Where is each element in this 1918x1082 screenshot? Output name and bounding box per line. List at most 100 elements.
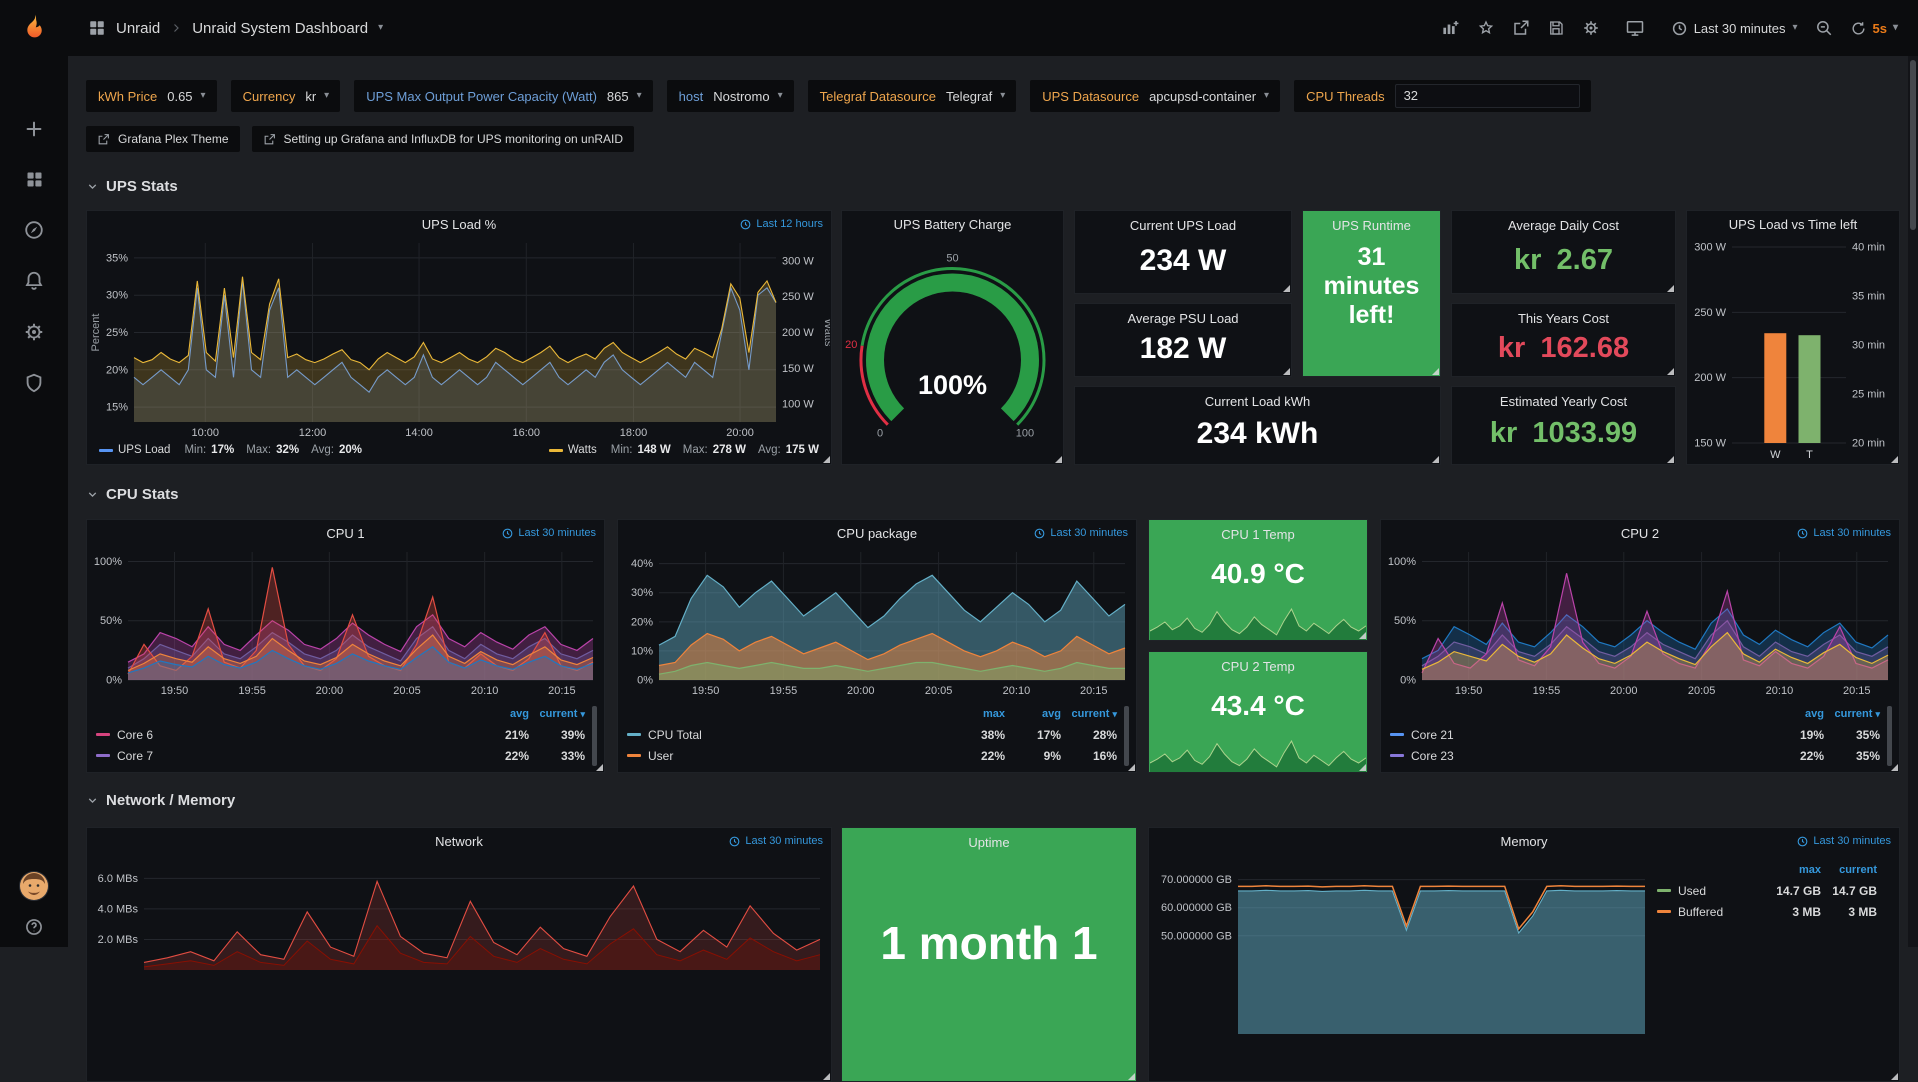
battery-gauge[interactable]: 05010020100% <box>843 237 1062 463</box>
svg-text:30%: 30% <box>631 587 653 599</box>
zoom-out-icon[interactable] <box>1815 19 1833 37</box>
breadcrumb-root[interactable]: Unraid <box>116 20 160 37</box>
panel-title[interactable]: Network <box>87 828 831 854</box>
breadcrumb-current[interactable]: Unraid System Dashboard <box>192 20 368 37</box>
section-cpu-stats[interactable]: CPU Stats <box>86 486 179 503</box>
panel-time-override: Last 30 minutes <box>1034 527 1128 539</box>
refresh-icon[interactable] <box>1850 20 1867 37</box>
svg-text:20:00: 20:00 <box>316 685 344 697</box>
cycle-view-icon[interactable] <box>1625 18 1645 38</box>
refresh-picker[interactable]: 5s ▾ <box>1850 20 1899 37</box>
legend-header[interactable]: maxcurrent <box>1657 860 1889 880</box>
panel-title[interactable]: UPS Load % <box>87 211 831 237</box>
admin-icon[interactable] <box>23 372 45 394</box>
dashboard-link-0[interactable]: Grafana Plex Theme <box>86 126 240 152</box>
cpu1-chart[interactable]: 0%50%100%19:5019:5520:0020:0520:1020:15 <box>88 546 603 698</box>
tile-title[interactable]: CPU 2 Temp <box>1149 659 1367 674</box>
panel-title[interactable]: UPS Load vs Time left <box>1687 211 1899 237</box>
panel-title[interactable]: Memory <box>1149 828 1899 854</box>
variable-telegraf-datasource[interactable]: Telegraf DatasourceTelegraf▾ <box>808 80 1017 112</box>
legend-scrollbar[interactable] <box>1124 706 1129 766</box>
variable-currency[interactable]: Currencykr▾ <box>231 80 341 112</box>
svg-text:20%: 20% <box>106 364 128 376</box>
chevron-down-icon[interactable]: ▾ <box>1893 23 1898 33</box>
legend-row[interactable]: User22%9%16% <box>627 745 1129 766</box>
variable-value-dropdown[interactable]: Nostromo▾ <box>713 89 782 104</box>
scrollbar-thumb[interactable] <box>1910 60 1916 230</box>
legend-row[interactable]: Core 621%39% <box>96 724 597 745</box>
section-ups-stats[interactable]: UPS Stats <box>86 178 178 195</box>
svg-text:250 W: 250 W <box>782 291 814 303</box>
section-network-memory[interactable]: Network / Memory <box>86 792 235 809</box>
legend-row[interactable]: Buffered3 MB3 MB <box>1657 901 1889 922</box>
share-icon[interactable] <box>1512 19 1530 37</box>
legend-row[interactable]: CPU Total38%17%28% <box>627 724 1129 745</box>
dashboards-icon[interactable] <box>24 169 45 190</box>
variable-value-dropdown[interactable]: apcupsd-container▾ <box>1149 89 1269 104</box>
add-panel-icon[interactable] <box>1441 19 1460 38</box>
legend-row[interactable]: Core 2322%35% <box>1390 745 1892 766</box>
memory-chart[interactable]: 50.000000 GB60.000000 GB70.000000 GB <box>1150 854 1655 1038</box>
variable-kwh-price[interactable]: kWh Price0.65▾ <box>86 80 217 112</box>
explore-icon[interactable] <box>23 219 45 241</box>
tile-title[interactable]: Average PSU Load <box>1075 311 1291 326</box>
variable-cpu-threads[interactable]: CPU Threads32 <box>1294 80 1591 112</box>
tile-title[interactable]: This Years Cost <box>1452 311 1675 326</box>
grafana-logo[interactable] <box>18 12 50 44</box>
page-scrollbar[interactable] <box>1908 56 1918 947</box>
cpu2-chart[interactable]: 0%50%100%19:5019:5520:0020:0520:1020:15 <box>1382 546 1898 698</box>
load-vs-time-chart[interactable]: 150 W200 W250 W300 W20 min25 min30 min35… <box>1688 237 1898 463</box>
variable-value-dropdown[interactable]: Telegraf▾ <box>946 89 1005 104</box>
tile-title[interactable]: CPU 1 Temp <box>1149 527 1367 542</box>
legend-row[interactable]: Core 2119%35% <box>1390 724 1892 745</box>
configuration-icon[interactable] <box>23 321 45 343</box>
tile-title[interactable]: Estimated Yearly Cost <box>1452 394 1675 409</box>
panel-title[interactable]: UPS Battery Charge <box>842 211 1063 237</box>
tile-current-ups-load: Current UPS Load 234 W <box>1074 210 1292 294</box>
legend-header[interactable]: maxavgcurrent ▾ <box>627 704 1129 724</box>
variable-ups-datasource[interactable]: UPS Datasourceapcupsd-container▾ <box>1030 80 1280 112</box>
help-icon[interactable] <box>24 917 44 937</box>
time-picker[interactable]: Last 30 minutes ▾ <box>1672 21 1798 36</box>
legend-row[interactable]: Core 722%33% <box>96 745 597 766</box>
cpu-package-chart[interactable]: 0%10%20%30%40%19:5019:5520:0020:0520:102… <box>619 546 1135 698</box>
panel-network: Network Last 30 minutes 2.0 MBs4.0 MBs6.… <box>86 827 832 1082</box>
legend-header[interactable]: avgcurrent ▾ <box>1390 704 1892 724</box>
variable-value-dropdown[interactable]: 865▾ <box>607 89 642 104</box>
star-icon[interactable] <box>1477 19 1495 37</box>
variable-ups-max-output-power-capacity-watt-[interactable]: UPS Max Output Power Capacity (Watt)865▾ <box>354 80 652 112</box>
avatar[interactable] <box>19 871 49 901</box>
dashboard-link-1[interactable]: Setting up Grafana and InfluxDB for UPS … <box>252 126 635 152</box>
svg-text:20:15: 20:15 <box>548 685 576 697</box>
refresh-interval-label[interactable]: 5s <box>1873 21 1887 36</box>
variable-value-dropdown[interactable]: kr▾ <box>305 89 329 104</box>
variable-host[interactable]: hostNostromo▾ <box>667 80 794 112</box>
save-icon[interactable] <box>1547 19 1565 37</box>
tile-title[interactable]: Current UPS Load <box>1075 218 1291 233</box>
svg-text:100%: 100% <box>94 556 122 568</box>
legend-header[interactable]: avgcurrent ▾ <box>96 704 597 724</box>
legend-row[interactable]: Used14.7 GB14.7 GB <box>1657 880 1889 901</box>
apps-icon[interactable] <box>88 19 106 37</box>
tile-ups-runtime: UPS Runtime 31 minutes left! <box>1302 210 1441 377</box>
variable-input[interactable]: 32 <box>1395 84 1580 108</box>
network-chart[interactable]: 2.0 MBs4.0 MBs6.0 MBs <box>88 854 830 974</box>
tile-title[interactable]: Uptime <box>842 835 1136 850</box>
legend-item[interactable]: UPS LoadMin:17%Max:32%Avg:20% <box>99 444 362 456</box>
legend-item[interactable]: WattsMin:148 WMax:278 WAvg:175 W <box>549 444 819 456</box>
legend-scrollbar[interactable] <box>592 706 597 766</box>
cpu2-temp-sparkline <box>1150 736 1366 772</box>
ups-load-chart[interactable]: 15%20%25%30%35%100 W150 W200 W250 W300 W… <box>88 237 830 440</box>
panel-ups-load: UPS Load % Last 12 hours 15%20%25%30%35%… <box>86 210 832 465</box>
chevron-down-icon[interactable]: ▾ <box>378 23 383 33</box>
tile-title[interactable]: Current Load kWh <box>1075 394 1440 409</box>
settings-icon[interactable] <box>1582 19 1600 37</box>
create-icon[interactable] <box>23 118 45 140</box>
tile-title[interactable]: Average Daily Cost <box>1452 218 1675 233</box>
svg-text:20:10: 20:10 <box>1003 685 1031 697</box>
tile-title[interactable]: UPS Runtime <box>1303 218 1440 233</box>
variable-value-dropdown[interactable]: 0.65▾ <box>167 89 205 104</box>
alerting-icon[interactable] <box>23 270 45 292</box>
legend-scrollbar[interactable] <box>1887 706 1892 766</box>
row-cpu-stats: CPU 1 Last 30 minutes 0%50%100%19:5019:5… <box>86 519 1900 773</box>
